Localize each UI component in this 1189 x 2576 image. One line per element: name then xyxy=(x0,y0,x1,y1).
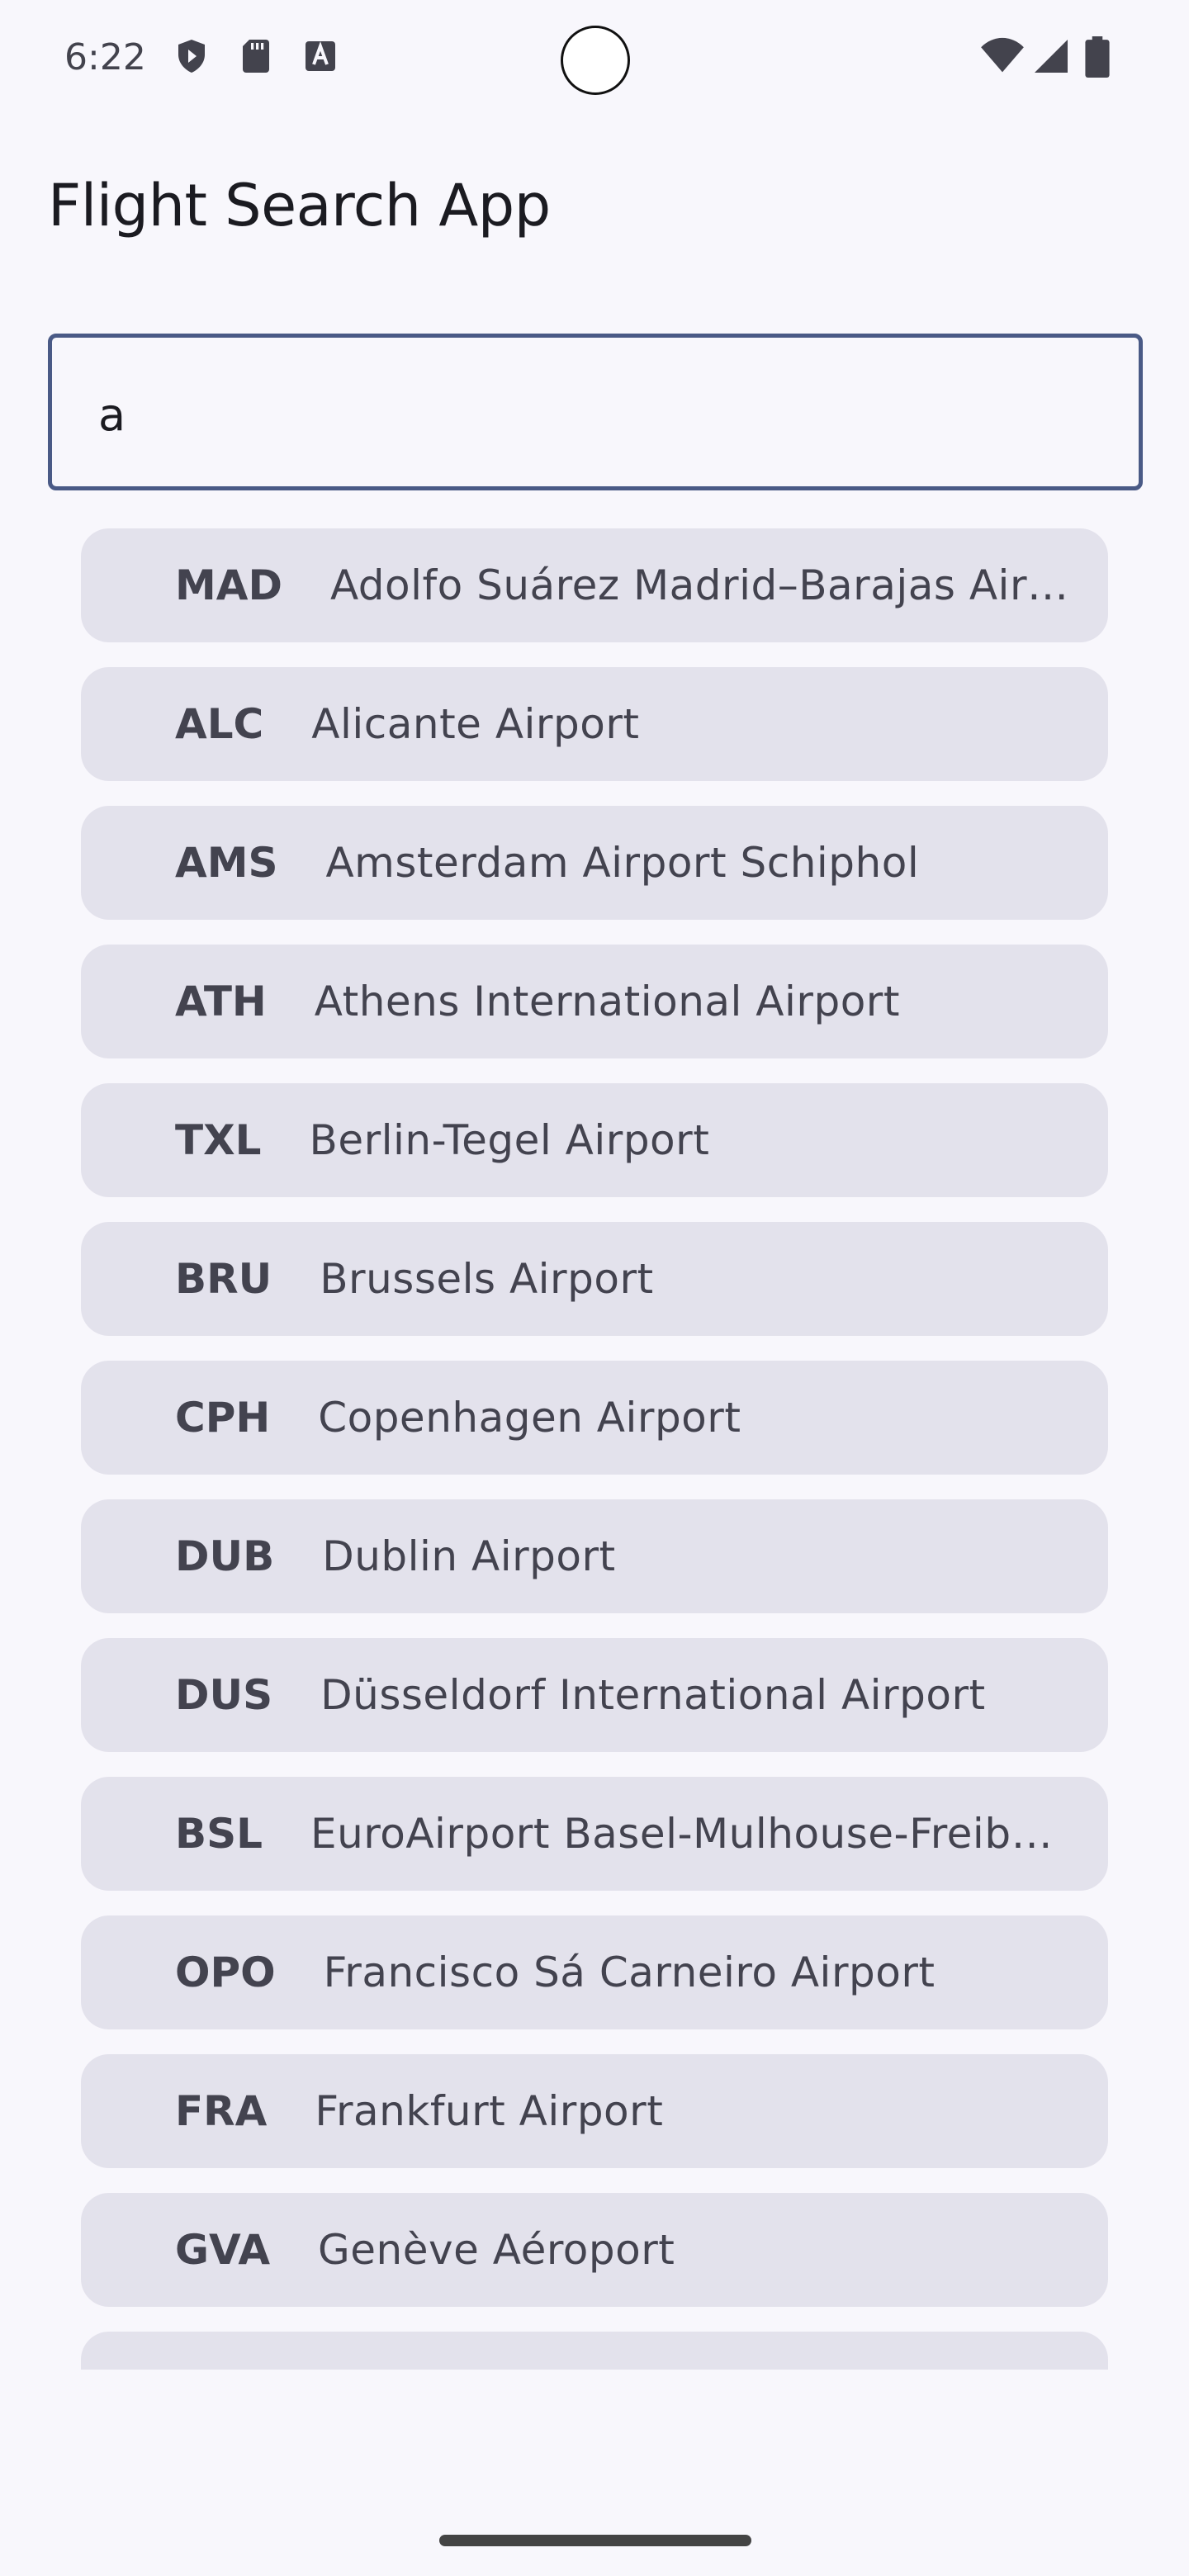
airport-name: Berlin-Tegel Airport xyxy=(309,1116,710,1164)
airport-result-item[interactable]: FRA Frankfurt Airport xyxy=(81,2054,1108,2168)
airport-code: AMS xyxy=(175,839,278,887)
airport-code: MAD xyxy=(175,561,282,609)
airport-name: Copenhagen Airport xyxy=(318,1394,741,1442)
airport-code: DUB xyxy=(175,1532,275,1580)
airport-result-item[interactable]: CPH Copenhagen Airport xyxy=(81,1361,1108,1475)
keyboard-a-icon xyxy=(306,41,335,71)
airport-name: Düsseldorf International Airport xyxy=(320,1671,986,1719)
airport-result-item[interactable] xyxy=(81,2332,1108,2370)
airport-name: Genève Aéroport xyxy=(318,2226,675,2274)
shield-icon xyxy=(178,40,205,73)
sd-card-icon xyxy=(243,40,269,73)
airport-name: Brussels Airport xyxy=(320,1255,654,1303)
airport-name: Alicante Airport xyxy=(311,700,640,748)
airport-name: Athens International Airport xyxy=(314,978,900,1025)
airport-code: DUS xyxy=(175,1671,273,1719)
airport-results-list[interactable]: MAD Adolfo Suárez Madrid–Barajas Airport… xyxy=(0,520,1189,2370)
airport-result-item[interactable]: GVA Genève Aéroport xyxy=(81,2193,1108,2307)
airport-result-item[interactable]: AMS Amsterdam Airport Schiphol xyxy=(81,806,1108,920)
airport-name: EuroAirport Basel-Mulhouse-Freiburg xyxy=(310,1810,1075,1858)
page-title: Flight Search App xyxy=(48,172,551,239)
airport-result-item[interactable]: OPO Francisco Sá Carneiro Airport xyxy=(81,1915,1108,2029)
airport-code: TXL xyxy=(175,1116,262,1164)
airport-name: Frankfurt Airport xyxy=(315,2087,664,2135)
search-field[interactable] xyxy=(48,334,1143,490)
status-bar: 6:22 xyxy=(0,0,1189,116)
airport-result-item[interactable]: TXL Berlin-Tegel Airport xyxy=(81,1083,1108,1197)
camera-cutout xyxy=(561,26,630,95)
airport-result-item[interactable]: DUB Dublin Airport xyxy=(81,1499,1108,1613)
airport-name: Francisco Sá Carneiro Airport xyxy=(323,1949,936,1996)
airport-name: Dublin Airport xyxy=(322,1532,616,1580)
airport-result-item[interactable]: BSL EuroAirport Basel-Mulhouse-Freiburg xyxy=(81,1777,1108,1891)
airport-code: BSL xyxy=(175,1810,263,1858)
airport-result-item[interactable]: ALC Alicante Airport xyxy=(81,667,1108,781)
airport-code: ALC xyxy=(175,700,264,748)
airport-code: OPO xyxy=(175,1949,276,1996)
airport-code: ATH xyxy=(175,978,267,1025)
status-time: 6:22 xyxy=(64,36,146,78)
battery-icon xyxy=(1085,36,1110,78)
airport-code: FRA xyxy=(175,2087,268,2135)
airport-name: Adolfo Suárez Madrid–Barajas Airport xyxy=(329,561,1075,609)
cell-signal-icon xyxy=(1035,40,1068,73)
wifi-icon xyxy=(981,37,1024,73)
airport-name: Amsterdam Airport Schiphol xyxy=(325,839,920,887)
airport-result-item[interactable]: ATH Athens International Airport xyxy=(81,945,1108,1058)
airport-code: CPH xyxy=(175,1394,271,1442)
airport-code: GVA xyxy=(175,2226,271,2274)
airport-result-item[interactable]: DUS Düsseldorf International Airport xyxy=(81,1638,1108,1752)
airport-code: BRU xyxy=(175,1255,272,1303)
gesture-nav-handle[interactable] xyxy=(439,2535,751,2546)
airport-result-item[interactable]: MAD Adolfo Suárez Madrid–Barajas Airport xyxy=(81,528,1108,642)
airport-result-item[interactable]: BRU Brussels Airport xyxy=(81,1222,1108,1336)
search-input[interactable] xyxy=(98,389,1089,441)
